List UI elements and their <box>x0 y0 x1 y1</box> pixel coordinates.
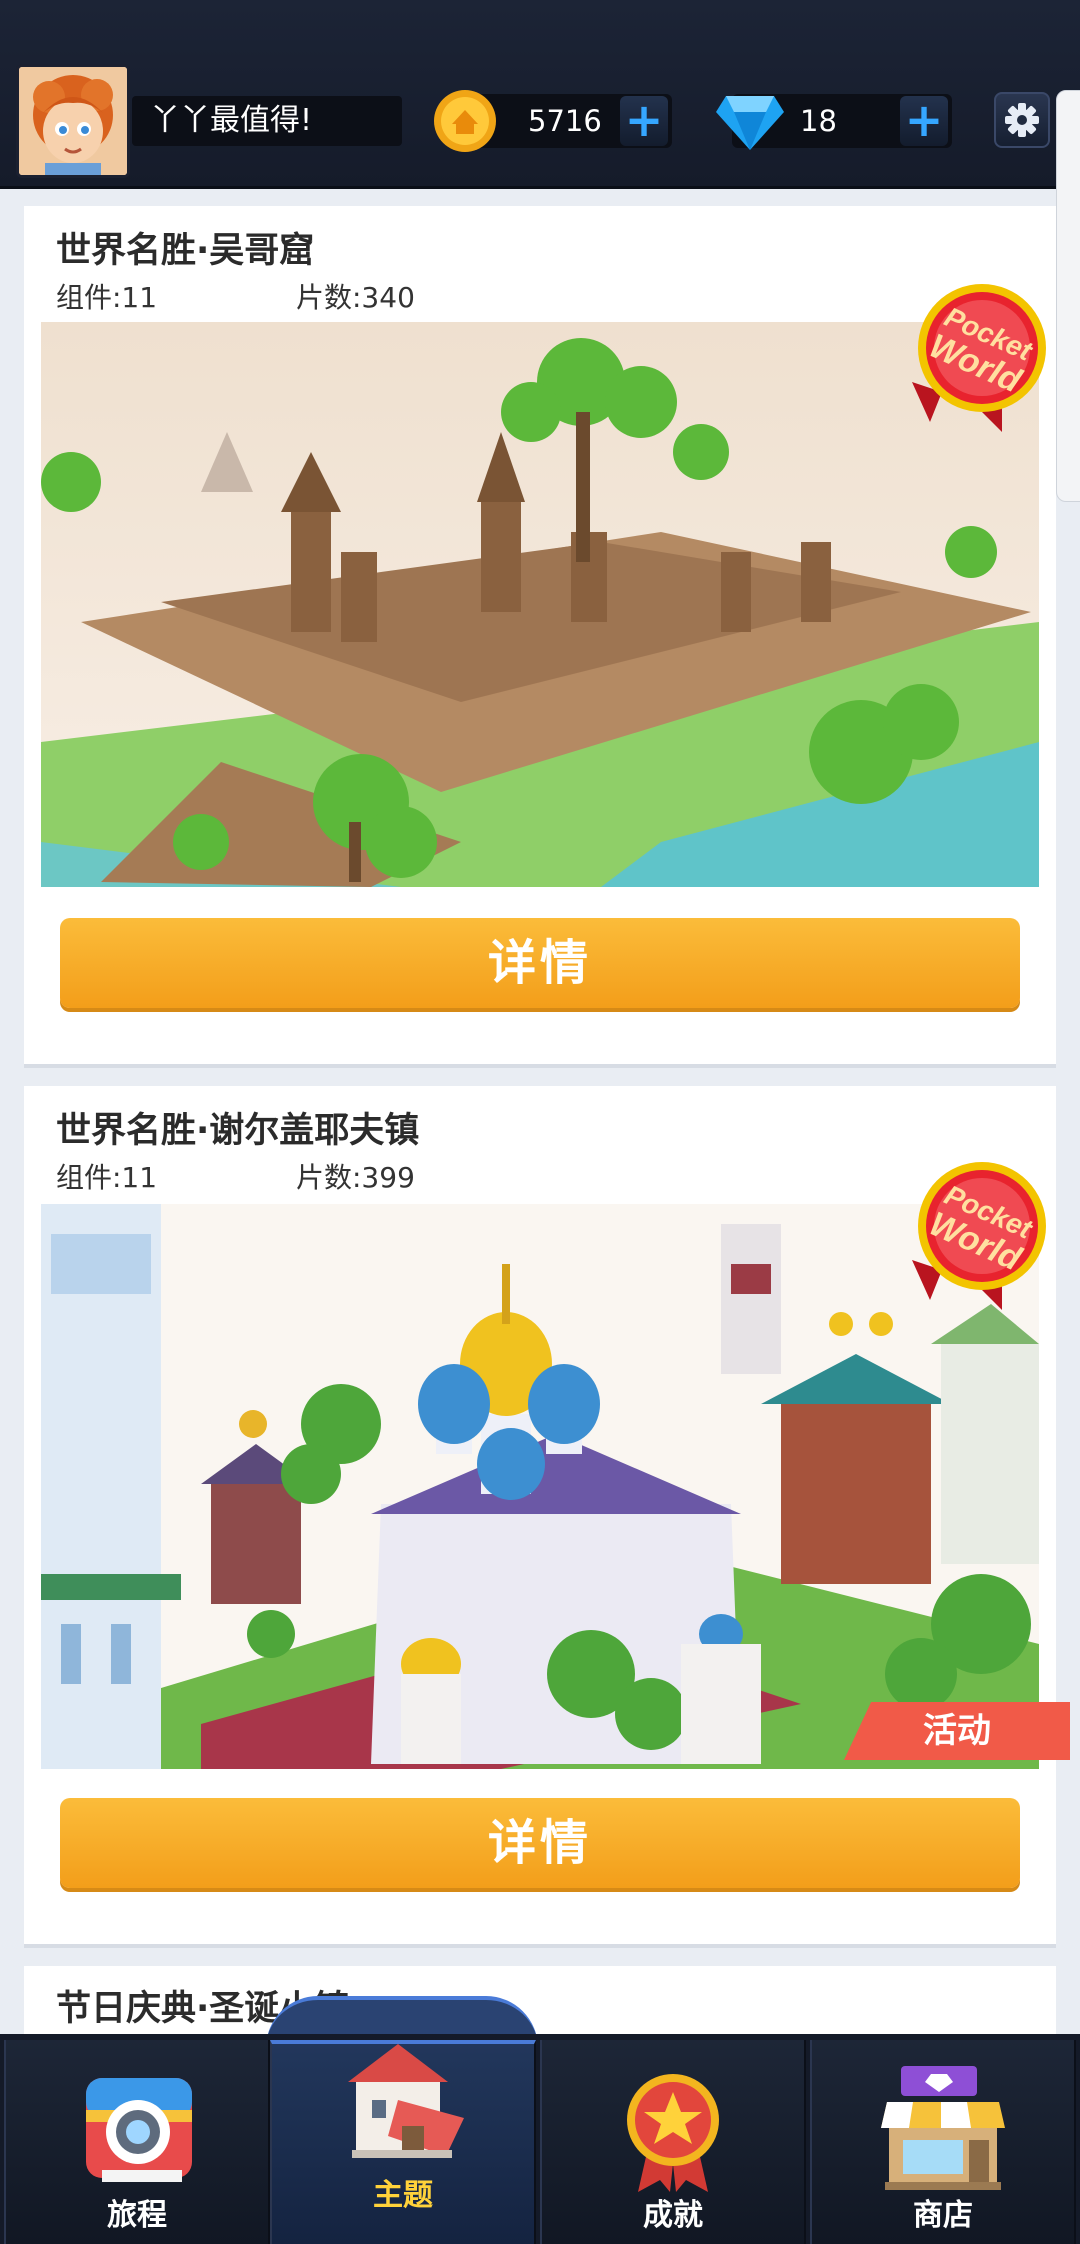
bottom-navigation: 旅程 主题 成就 商店 <box>0 2034 1080 2244</box>
nav-label: 旅程 <box>107 2198 167 2233</box>
sergiev-posad-image[interactable] <box>41 1204 1039 1769</box>
coin-amount: 5716 <box>528 104 602 138</box>
diamond-icon <box>716 96 784 150</box>
add-coins-button[interactable]: + <box>620 96 668 146</box>
piece-count: 片数:399 <box>296 1161 415 1194</box>
player-avatar[interactable] <box>16 64 130 178</box>
add-gems-button[interactable]: + <box>900 96 948 146</box>
detail-button[interactable]: 详情 <box>60 918 1020 1008</box>
event-tag: 活动 <box>844 1702 1070 1760</box>
nav-tab-shop[interactable]: 商店 <box>810 2040 1076 2244</box>
camera-icon <box>86 2078 192 2182</box>
gear-icon <box>1005 103 1039 137</box>
shop-icon <box>881 2066 1005 2190</box>
scrollbar-thumb[interactable] <box>1056 90 1080 502</box>
card-title: 世界名胜·吴哥窟 <box>56 231 315 271</box>
nav-label: 成就 <box>643 2198 703 2233</box>
medal-icon <box>627 2074 719 2192</box>
detail-button[interactable]: 详情 <box>60 1798 1020 1888</box>
nav-label: 商店 <box>913 2198 973 2233</box>
house-icon <box>348 2044 464 2158</box>
top-bar: 丫丫最值得! 5716 + 18 + <box>0 0 1080 189</box>
angkor-wat-image[interactable] <box>41 322 1039 887</box>
nav-tab-achievements[interactable]: 成就 <box>540 2040 806 2244</box>
gem-amount: 18 <box>800 104 837 138</box>
avatar-portrait <box>19 67 127 175</box>
coin-icon <box>434 90 496 152</box>
nav-tab-themes[interactable]: 主题 <box>270 2040 536 2244</box>
piece-count: 片数:340 <box>296 281 415 314</box>
pocket-world-badge: Pocket World <box>912 284 1046 432</box>
player-name: 丫丫最值得! <box>132 96 402 146</box>
nav-label: 主题 <box>373 2178 433 2213</box>
component-count: 组件:11 <box>56 1161 158 1194</box>
settings-button[interactable] <box>994 92 1050 148</box>
component-count: 组件:11 <box>56 281 158 314</box>
pocket-world-badge: Pocket World <box>912 1162 1046 1310</box>
nav-tab-journey[interactable]: 旅程 <box>4 2040 270 2244</box>
card-title: 世界名胜·谢尔盖耶夫镇 <box>56 1111 420 1151</box>
